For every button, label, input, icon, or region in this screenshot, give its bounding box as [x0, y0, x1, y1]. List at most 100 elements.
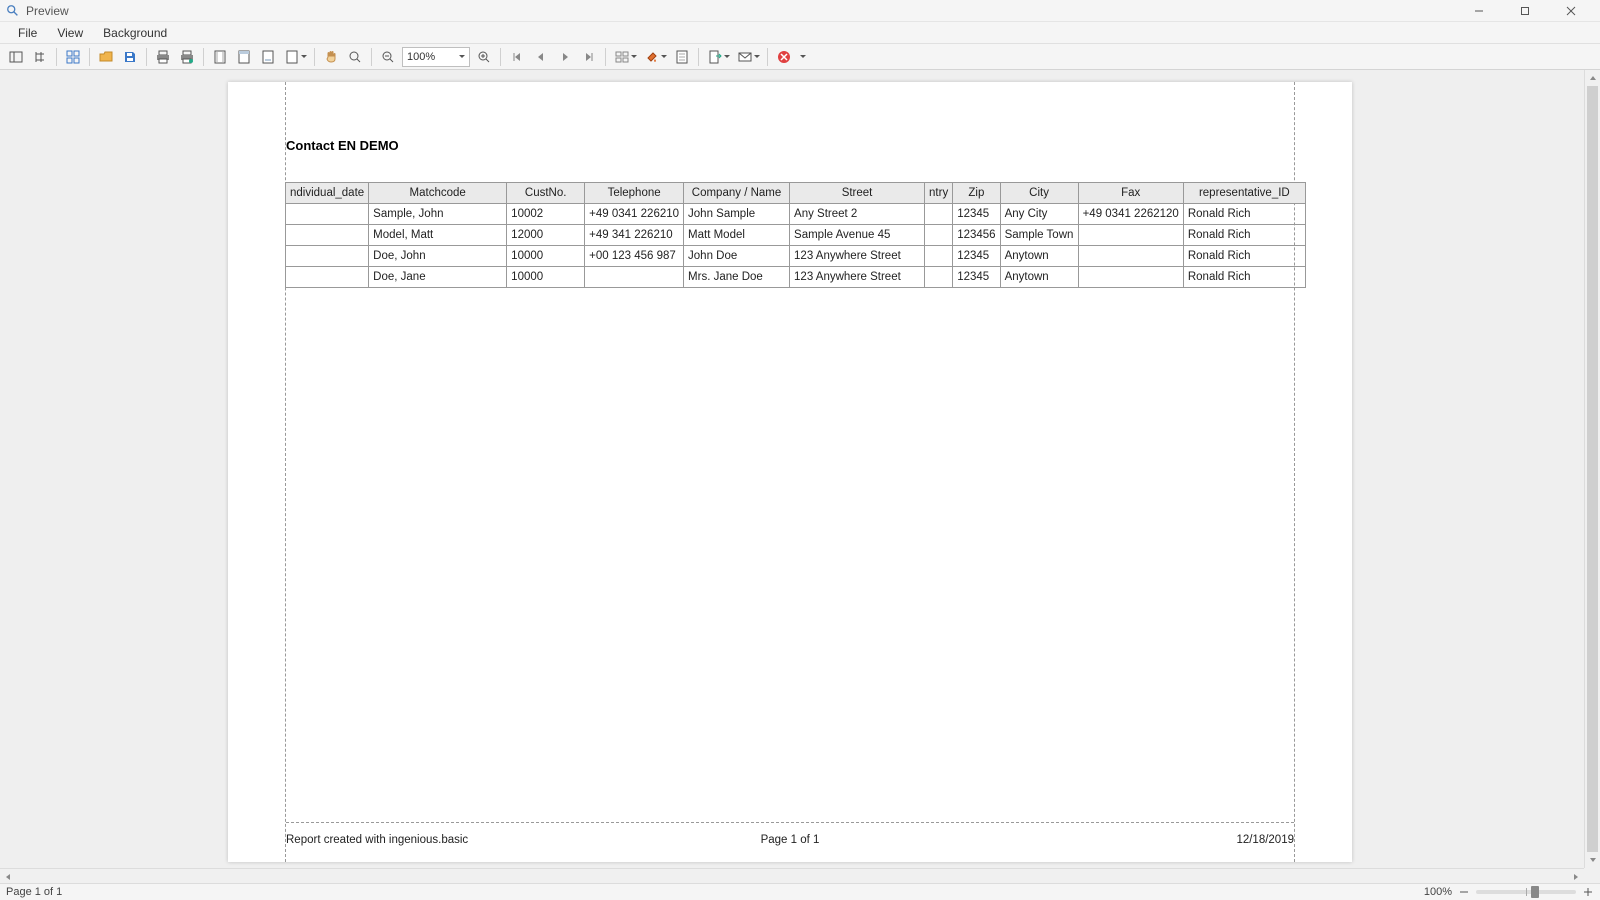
cell-ctry	[925, 267, 953, 288]
cell-cust: 10002	[507, 204, 585, 225]
cell-match: Model, Matt	[369, 225, 507, 246]
scroll-thumb[interactable]	[1587, 86, 1598, 852]
titlebar: Preview	[0, 0, 1600, 22]
page-margins-button[interactable]	[209, 46, 231, 68]
close-preview-button[interactable]	[773, 46, 795, 68]
toolbar: 100%	[0, 44, 1600, 70]
first-page-button[interactable]	[506, 46, 528, 68]
page-header-button[interactable]	[233, 46, 255, 68]
cell-fax	[1078, 267, 1183, 288]
cell-zip: 123456	[953, 225, 1000, 246]
horizontal-scrollbar[interactable]	[0, 868, 1584, 883]
zoom-combo[interactable]: 100%	[402, 47, 470, 67]
last-page-button[interactable]	[578, 46, 600, 68]
col-custno: CustNo.	[507, 183, 585, 204]
cell-date	[286, 267, 369, 288]
col-company-name: Company / Name	[684, 183, 790, 204]
toolbar-separator	[500, 48, 501, 66]
cell-zip: 12345	[953, 267, 1000, 288]
zoom-slider[interactable]	[1476, 890, 1576, 894]
minimize-button[interactable]	[1456, 0, 1502, 22]
col-country: ntry	[925, 183, 953, 204]
prev-page-button[interactable]	[530, 46, 552, 68]
toolbar-separator	[89, 48, 90, 66]
zoom-out-button[interactable]	[377, 46, 399, 68]
open-button[interactable]	[95, 46, 117, 68]
cell-tel: +49 341 226210	[585, 225, 684, 246]
cell-rep: Ronald Rich	[1183, 225, 1305, 246]
scroll-down-icon[interactable]	[1585, 852, 1600, 868]
toolbar-separator	[56, 48, 57, 66]
cell-rep: Ronald Rich	[1183, 267, 1305, 288]
zoom-plus-button[interactable]	[1582, 886, 1594, 898]
cell-date	[286, 246, 369, 267]
menu-view[interactable]: View	[47, 23, 93, 43]
status-zoom: 100%	[1424, 886, 1452, 898]
cell-comp: Mrs. Jane Doe	[684, 267, 790, 288]
cell-match: Doe, John	[369, 246, 507, 267]
save-button[interactable]	[119, 46, 141, 68]
page: Contact EN DEMO ndividual_date Matchcode…	[228, 82, 1352, 862]
export-button[interactable]	[704, 46, 732, 68]
scroll-corner	[1584, 868, 1600, 883]
next-page-button[interactable]	[554, 46, 576, 68]
statusbar: Page 1 of 1 100%	[0, 883, 1600, 900]
cell-match: Doe, Jane	[369, 267, 507, 288]
toolbar-separator	[371, 48, 372, 66]
hand-tool-button[interactable]	[320, 46, 342, 68]
zoom-in-button[interactable]	[473, 46, 495, 68]
status-page: Page 1 of 1	[6, 886, 62, 898]
sidebar-toggle-button[interactable]	[5, 46, 27, 68]
background-color-button[interactable]	[641, 46, 669, 68]
menu-file[interactable]: File	[8, 23, 47, 43]
zoom-slider-handle[interactable]	[1531, 886, 1539, 898]
close-button[interactable]	[1548, 0, 1594, 22]
magnifier-button[interactable]	[344, 46, 366, 68]
cell-cust: 10000	[507, 267, 585, 288]
close-preview-dropdown[interactable]	[797, 46, 809, 68]
cell-city: Sample Town	[1000, 225, 1078, 246]
toolbar-separator	[314, 48, 315, 66]
quick-print-button[interactable]	[176, 46, 198, 68]
cell-tel: +49 0341 226210	[585, 204, 684, 225]
table-row: Doe, John10000+00 123 456 987John Doe123…	[286, 246, 1306, 267]
col-telephone: Telephone	[585, 183, 684, 204]
cell-match: Sample, John	[369, 204, 507, 225]
maximize-button[interactable]	[1502, 0, 1548, 22]
report-footer: Report created with ingenious.basic Page…	[286, 834, 1294, 846]
toolbar-separator	[203, 48, 204, 66]
cell-fax: +49 0341 2262120	[1078, 204, 1183, 225]
cell-street: 123 Anywhere Street	[790, 267, 925, 288]
find-button[interactable]	[29, 46, 51, 68]
page-orientation-button[interactable]	[257, 46, 279, 68]
watermark-button[interactable]	[671, 46, 693, 68]
page-size-button[interactable]	[281, 46, 309, 68]
email-button[interactable]	[734, 46, 762, 68]
vertical-scrollbar[interactable]	[1584, 70, 1600, 868]
col-city: City	[1000, 183, 1078, 204]
cell-street: Sample Avenue 45	[790, 225, 925, 246]
multipage-button[interactable]	[611, 46, 639, 68]
cell-city: Any City	[1000, 204, 1078, 225]
cell-ctry	[925, 246, 953, 267]
col-representative: representative_ID	[1183, 183, 1305, 204]
cell-date	[286, 225, 369, 246]
toolbar-separator	[146, 48, 147, 66]
zoom-minus-button[interactable]	[1458, 886, 1470, 898]
cell-ctry	[925, 225, 953, 246]
table-row: Sample, John10002+49 0341 226210John Sam…	[286, 204, 1306, 225]
menu-background[interactable]: Background	[93, 23, 177, 43]
scroll-up-icon[interactable]	[1585, 70, 1600, 86]
scroll-right-icon[interactable]	[1568, 869, 1584, 884]
toolbar-separator	[767, 48, 768, 66]
print-button[interactable]	[152, 46, 174, 68]
col-fax: Fax	[1078, 183, 1183, 204]
col-individual-date: ndividual_date	[286, 183, 369, 204]
cell-tel: +00 123 456 987	[585, 246, 684, 267]
scroll-left-icon[interactable]	[0, 869, 16, 884]
cell-street: Any Street 2	[790, 204, 925, 225]
table-header-row: ndividual_date Matchcode CustNo. Telepho…	[286, 183, 1306, 204]
report-title: Contact EN DEMO	[286, 138, 399, 153]
thumbnails-button[interactable]	[62, 46, 84, 68]
app-icon	[6, 4, 20, 18]
